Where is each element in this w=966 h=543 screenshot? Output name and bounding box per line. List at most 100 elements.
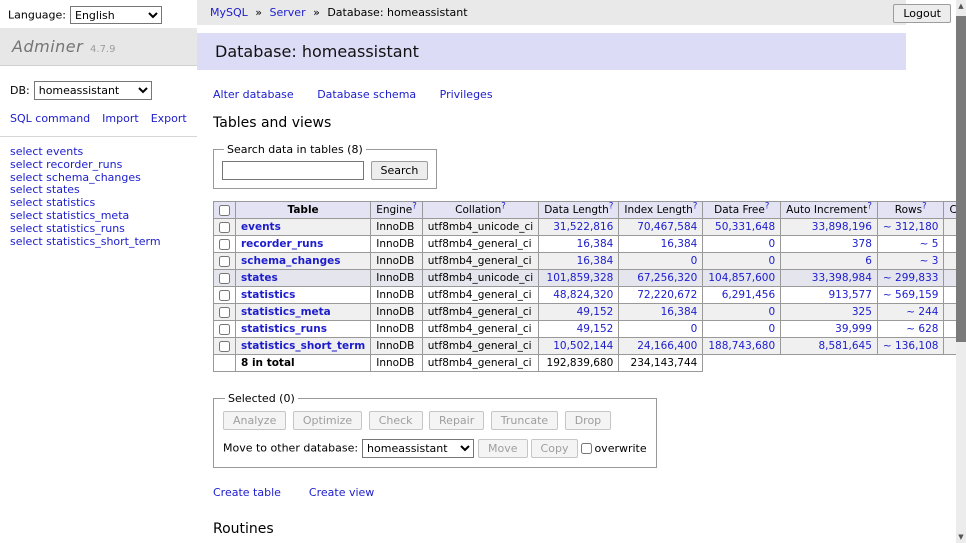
optimize-button[interactable]: Optimize: [293, 411, 362, 430]
rows-count-link[interactable]: ~ 5: [920, 238, 939, 250]
row-checkbox[interactable]: [219, 290, 230, 301]
privileges-link[interactable]: Privileges: [440, 88, 493, 101]
vertical-scrollbar[interactable]: ▲ ▼: [956, 0, 966, 543]
data-free-link[interactable]: 104,857,600: [708, 272, 775, 284]
check-button[interactable]: Check: [369, 411, 423, 430]
language-select[interactable]: English: [70, 6, 162, 24]
rows-count-link[interactable]: ~ 136,108: [883, 340, 939, 352]
sidebar-link-sql-command[interactable]: SQL command: [10, 112, 90, 125]
repair-button[interactable]: Repair: [429, 411, 484, 430]
row-checkbox[interactable]: [219, 341, 230, 352]
auto-increment-link[interactable]: 33,398,984: [812, 272, 872, 284]
alter-database-link[interactable]: Alter database: [213, 88, 294, 101]
sidebar-item-select-recorder-runs[interactable]: select recorder_runs: [10, 159, 187, 172]
move-button[interactable]: Move: [478, 439, 528, 458]
row-checkbox[interactable]: [219, 307, 230, 318]
overwrite-checkbox[interactable]: [581, 443, 592, 454]
rows-count-link[interactable]: ~ 569,159: [883, 289, 939, 301]
search-button[interactable]: Search: [371, 161, 429, 180]
sidebar-item-select-statistics-meta[interactable]: select statistics_meta: [10, 210, 187, 223]
data-length-link[interactable]: 49,152: [577, 306, 614, 318]
table-name-link[interactable]: statistics_meta: [241, 306, 331, 318]
rows-count-link[interactable]: ~ 244: [906, 306, 938, 318]
sidebar-item-select-events[interactable]: select events: [10, 146, 187, 159]
row-checkbox[interactable]: [219, 273, 230, 284]
sidebar-link-export[interactable]: Export: [151, 112, 187, 125]
collation-help-link[interactable]: ?: [501, 202, 506, 212]
row-checkbox[interactable]: [219, 256, 230, 267]
data-free-link[interactable]: 0: [768, 306, 775, 318]
index-length-link[interactable]: 72,220,672: [637, 289, 697, 301]
table-name-link[interactable]: recorder_runs: [241, 238, 323, 250]
auto-increment-link[interactable]: 378: [852, 238, 872, 250]
sidebar-item-select-statistics-short-term[interactable]: select statistics_short_term: [10, 236, 187, 249]
database-schema-link[interactable]: Database schema: [317, 88, 416, 101]
breadcrumb-mysql-link[interactable]: MySQL: [210, 6, 248, 19]
data-free-link[interactable]: 188,743,680: [708, 340, 775, 352]
index-length-link[interactable]: 0: [691, 255, 698, 267]
data-length-link[interactable]: 101,859,328: [547, 272, 614, 284]
create-table-link[interactable]: Create table: [213, 486, 281, 499]
index-length-link[interactable]: 16,384: [661, 306, 698, 318]
drop-button[interactable]: Drop: [565, 411, 611, 430]
index-length-link[interactable]: 0: [691, 323, 698, 335]
truncate-button[interactable]: Truncate: [491, 411, 558, 430]
sidebar-link-import[interactable]: Import: [102, 112, 139, 125]
data-length-link[interactable]: 31,522,816: [553, 221, 613, 233]
engine-help-link[interactable]: ?: [412, 202, 417, 212]
data-free-link[interactable]: 6,291,456: [722, 289, 775, 301]
scrollbar-up-arrow[interactable]: ▲: [956, 0, 966, 12]
auto-increment-link[interactable]: 33,898,196: [812, 221, 872, 233]
data-free-link[interactable]: 0: [768, 323, 775, 335]
data-length-link[interactable]: 16,384: [577, 255, 614, 267]
logout-button[interactable]: Logout: [893, 4, 951, 23]
index-length-help-link[interactable]: ?: [693, 202, 698, 212]
rows-count-link[interactable]: ~ 299,833: [883, 272, 939, 284]
db-select[interactable]: homeassistant: [34, 81, 152, 100]
data-length-link[interactable]: 10,502,144: [553, 340, 613, 352]
data-free-link[interactable]: 0: [768, 238, 775, 250]
auto-increment-link[interactable]: 913,577: [829, 289, 872, 301]
rows-count-link[interactable]: ~ 312,180: [883, 221, 939, 233]
copy-button[interactable]: Copy: [531, 439, 579, 458]
scrollbar-down-arrow[interactable]: ▼: [956, 531, 966, 543]
breadcrumb-server-link[interactable]: Server: [270, 6, 306, 19]
row-checkbox[interactable]: [219, 324, 230, 335]
data-free-link[interactable]: 50,331,648: [715, 221, 775, 233]
index-length-link[interactable]: 24,166,400: [637, 340, 697, 352]
auto-increment-link[interactable]: 8,581,645: [818, 340, 871, 352]
auto-increment-link[interactable]: 325: [852, 306, 872, 318]
scrollbar-thumb[interactable]: [956, 16, 966, 342]
index-length-link[interactable]: 67,256,320: [637, 272, 697, 284]
select-all-checkbox[interactable]: [219, 205, 230, 216]
table-name-link[interactable]: statistics_runs: [241, 323, 327, 335]
analyze-button[interactable]: Analyze: [223, 411, 286, 430]
data-length-link[interactable]: 16,384: [577, 238, 614, 250]
auto-increment-link[interactable]: 39,999: [835, 323, 872, 335]
table-name-link[interactable]: events: [241, 221, 281, 233]
rows-help-link[interactable]: ?: [922, 202, 927, 212]
data-length-link[interactable]: 49,152: [577, 323, 614, 335]
table-name-link[interactable]: statistics: [241, 289, 295, 301]
table-name-link[interactable]: states: [241, 272, 278, 284]
sidebar-item-select-statistics-runs[interactable]: select statistics_runs: [10, 223, 187, 236]
data-free-help-link[interactable]: ?: [765, 202, 770, 212]
move-db-select[interactable]: homeassistant: [362, 439, 474, 458]
table-name-link[interactable]: schema_changes: [241, 255, 341, 267]
data-length-help-link[interactable]: ?: [609, 202, 614, 212]
collation-cell: utf8mb4_general_ci: [422, 253, 538, 270]
rows-count-link[interactable]: ~ 3: [920, 255, 939, 267]
index-length-link[interactable]: 70,467,584: [637, 221, 697, 233]
table-name-link[interactable]: statistics_short_term: [241, 340, 365, 352]
row-checkbox[interactable]: [219, 239, 230, 250]
index-length-link[interactable]: 16,384: [661, 238, 698, 250]
data-free-link[interactable]: 0: [768, 255, 775, 267]
create-view-link[interactable]: Create view: [309, 486, 374, 499]
table-row: events InnoDB utf8mb4_unicode_ci 31,522,…: [214, 219, 966, 236]
data-length-link[interactable]: 48,824,320: [553, 289, 613, 301]
rows-count-link[interactable]: ~ 628: [906, 323, 938, 335]
search-input[interactable]: [222, 161, 364, 180]
auto-increment-help-link[interactable]: ?: [867, 202, 872, 212]
row-checkbox[interactable]: [219, 222, 230, 233]
auto-increment-link[interactable]: 6: [865, 255, 872, 267]
